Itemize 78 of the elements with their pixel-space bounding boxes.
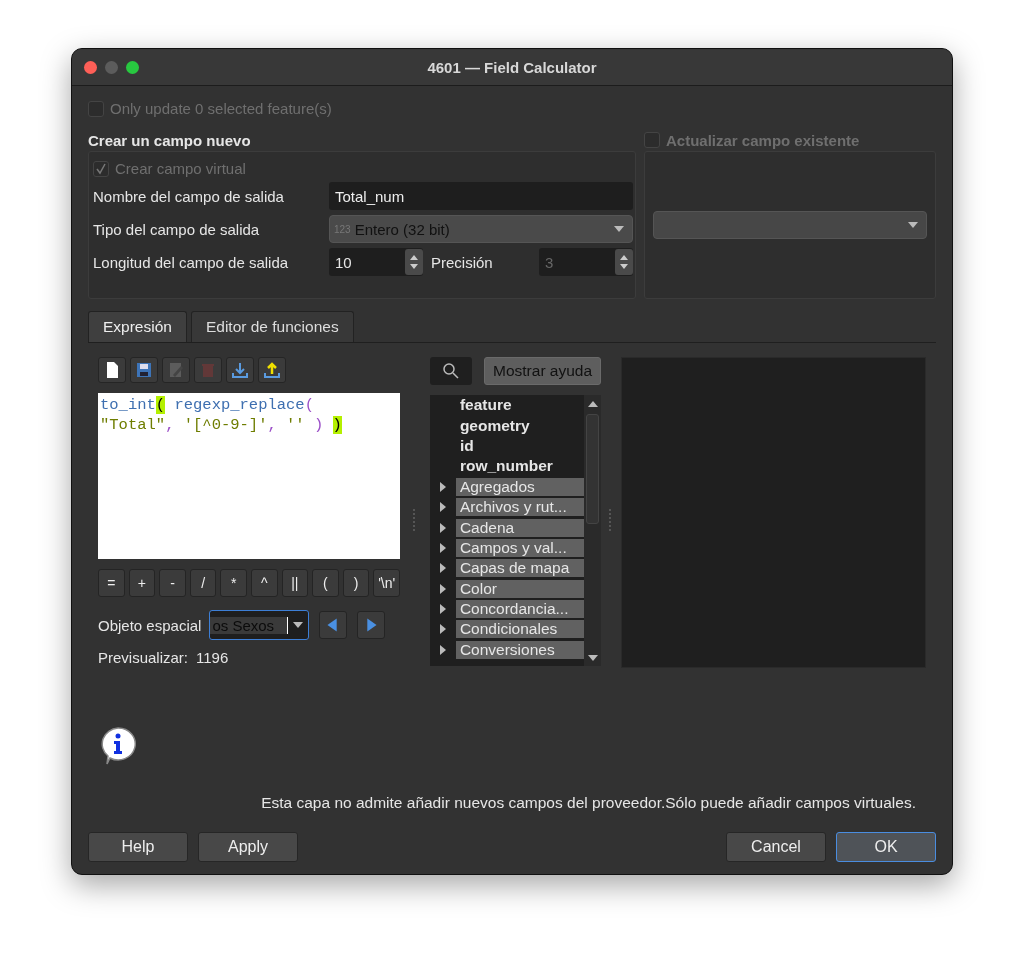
expand-arrow-icon[interactable] — [439, 542, 446, 553]
dialog-button[interactable]: Help — [88, 832, 188, 862]
tab[interactable]: Expresión — [88, 311, 187, 342]
field-item[interactable]: geometry — [455, 416, 585, 435]
operator-button[interactable]: + — [128, 569, 156, 597]
scroll-down-icon[interactable] — [587, 654, 598, 661]
info-message: Esta capa no admite añadir nuevos campos del proveedor.Sólo puede añadir campos virtuales. — [261, 794, 916, 811]
upload-icon — [263, 361, 281, 379]
field-label: Tipo del campo de salida — [93, 220, 261, 238]
save-icon — [135, 361, 153, 379]
operator-button[interactable]: * — [220, 569, 247, 597]
field-label: Objeto espacial — [98, 616, 202, 634]
expand-arrow-icon[interactable] — [439, 624, 446, 635]
pencil-icon — [167, 361, 185, 379]
field-label: Precisión — [431, 253, 494, 271]
operator-button[interactable]: ^ — [250, 569, 278, 597]
search-field[interactable] — [429, 357, 472, 385]
function-group[interactable]: Archivos y rut... — [455, 498, 585, 517]
expand-arrow-icon[interactable] — [439, 502, 446, 513]
checkbox-label: Crear campo virtual — [115, 160, 246, 177]
preview-label: Previsualizar: — [98, 649, 189, 666]
operator-button[interactable]: = — [98, 569, 125, 597]
download-icon — [231, 361, 249, 379]
expand-arrow-icon[interactable] — [439, 563, 446, 574]
field-item[interactable]: feature — [455, 396, 585, 415]
field-dropdown[interactable] — [653, 211, 927, 239]
trash-icon — [199, 361, 217, 379]
toolbar-button[interactable] — [258, 357, 286, 383]
scrollbar[interactable] — [584, 395, 602, 666]
function-group[interactable]: Agregados — [455, 477, 585, 496]
code-line: to_int( regexp_replace( — [100, 395, 315, 415]
field-item[interactable]: id — [455, 436, 585, 455]
operator-button[interactable]: - — [159, 569, 186, 597]
code-line: "Total", '[^0-9-]', '' ) ) — [100, 415, 343, 435]
close-icon[interactable] — [84, 60, 97, 74]
expand-arrow-icon[interactable] — [439, 481, 446, 492]
previous-icon[interactable] — [319, 611, 348, 639]
field-label: Nombre del campo de salida — [93, 187, 285, 205]
caret-icon — [908, 222, 918, 228]
checkbox-label: Only update 0 selected feature(s) — [110, 100, 332, 117]
function-group[interactable]: Concordancia... — [455, 600, 585, 619]
length-spinbox[interactable]: 10 — [329, 248, 423, 276]
expand-arrow-icon[interactable] — [439, 522, 446, 533]
dialog-button[interactable]: Cancel — [726, 832, 826, 862]
dialog-button[interactable]: OK — [836, 832, 936, 862]
function-group[interactable]: Capas de mapa — [455, 559, 585, 578]
caret-icon — [293, 622, 304, 628]
window-title: 4601 — Field Calculator — [427, 58, 597, 76]
tab[interactable]: Editor de funciones — [190, 311, 354, 342]
dialog-button[interactable]: Apply — [198, 832, 298, 862]
function-group[interactable]: Condicionales — [455, 620, 585, 639]
function-group[interactable]: Color — [455, 579, 585, 598]
search-icon — [441, 362, 460, 380]
operator-button[interactable]: || — [281, 569, 309, 597]
toolbar-button[interactable] — [130, 357, 158, 383]
toolbar-button[interactable] — [98, 357, 126, 383]
expand-arrow-icon[interactable] — [439, 583, 446, 594]
expression-editor[interactable]: to_int( regexp_replace( "Total", '[^0-9-]', '' ) ) — [98, 393, 400, 559]
zoom-icon[interactable] — [126, 60, 139, 74]
expand-arrow-icon[interactable] — [439, 644, 446, 655]
checkbox-label: Actualizar campo existente — [666, 131, 860, 149]
function-group[interactable]: Campos y val... — [455, 538, 585, 557]
field-item[interactable]: row_number — [455, 457, 585, 476]
scroll-up-icon[interactable] — [587, 400, 598, 407]
section-title: Crear un campo nuevo — [88, 131, 251, 149]
operator-button[interactable]: '\n' — [373, 569, 400, 597]
operator-button[interactable]: ( — [312, 569, 339, 597]
spin-arrows-icon[interactable] — [405, 249, 423, 275]
expand-arrow-icon[interactable] — [439, 604, 446, 615]
operator-button[interactable]: / — [189, 569, 217, 597]
preview-value: 1196 — [196, 649, 229, 666]
function-group[interactable]: Cadena — [455, 518, 585, 537]
next-icon[interactable] — [357, 611, 386, 639]
function-group[interactable]: Conversiones — [455, 640, 585, 659]
caret-icon — [614, 226, 624, 232]
field-label: Longitud del campo de salida — [93, 253, 290, 271]
operator-button[interactable]: ) — [342, 569, 370, 597]
name-input-field[interactable]: Total_num — [329, 182, 633, 210]
